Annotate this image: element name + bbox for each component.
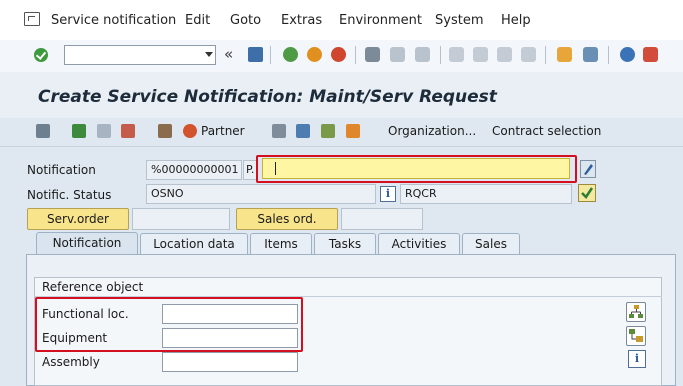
status-check-icon[interactable] [578, 184, 596, 202]
tab-notification[interactable]: Notification [36, 232, 138, 255]
text-cursor [275, 162, 276, 175]
functional-loc-input[interactable] [162, 304, 298, 324]
toolbar-separator [545, 46, 546, 64]
overview-icon[interactable] [36, 124, 50, 138]
contract-selection-button[interactable]: Contract selection [492, 124, 601, 138]
cancel-icon[interactable] [331, 47, 346, 62]
flag-red-icon[interactable] [121, 124, 135, 138]
status-label: Notific. Status [27, 188, 112, 202]
description-input[interactable] [262, 158, 570, 179]
enter-check-icon[interactable] [34, 48, 48, 62]
status-field: OSNO [146, 184, 376, 204]
tab-location-data[interactable]: Location data [140, 233, 248, 254]
notification-type-field: P. [243, 160, 257, 180]
document-icon[interactable] [272, 124, 286, 138]
serv-order-button[interactable]: Serv.order [27, 208, 129, 230]
menu-help[interactable]: Help [501, 13, 531, 28]
chevron-down-icon[interactable] [205, 52, 213, 57]
sales-ord-field [341, 208, 423, 230]
new-session-icon[interactable] [557, 47, 572, 62]
catalog-icon[interactable] [296, 124, 310, 138]
shortcut-icon[interactable] [583, 47, 598, 62]
command-field[interactable] [64, 45, 216, 65]
customize-layout-icon[interactable] [643, 47, 658, 62]
assembly-label: Assembly [42, 355, 100, 369]
assembly-input[interactable] [162, 352, 298, 372]
partner-icon[interactable] [183, 124, 197, 138]
flag-green-icon[interactable] [72, 124, 86, 138]
equipment-label: Equipment [42, 331, 108, 345]
toolbar-separator [440, 46, 441, 64]
menu-service-notification[interactable]: Service notification [51, 13, 176, 28]
nav-arrows-icon[interactable]: « [224, 45, 233, 63]
notification-number-field: %00000000001 [146, 160, 242, 180]
notification-label: Notification [27, 163, 96, 177]
toolbar-separator [608, 46, 609, 64]
tab-items[interactable]: Items [250, 233, 312, 254]
exit-icon[interactable] [307, 47, 322, 62]
last-page-icon[interactable] [521, 47, 536, 62]
find-icon[interactable] [390, 47, 405, 62]
structure-icon[interactable] [626, 302, 646, 322]
sales-ord-button[interactable]: Sales ord. [236, 208, 338, 230]
tab-tasks[interactable]: Tasks [314, 233, 376, 254]
attachment-icon[interactable] [321, 124, 335, 138]
menu-system[interactable]: System [435, 13, 483, 28]
menu-goto[interactable]: Goto [230, 13, 261, 28]
previous-page-icon[interactable] [473, 47, 488, 62]
group-divider [34, 296, 662, 297]
menu-environment[interactable]: Environment [339, 13, 422, 28]
partner-button[interactable]: Partner [201, 124, 245, 138]
assembly-info-icon[interactable]: i [628, 350, 646, 368]
back-icon[interactable] [283, 47, 298, 62]
first-page-icon[interactable] [449, 47, 464, 62]
status-info-icon[interactable]: i [380, 186, 396, 202]
refresh-icon[interactable] [97, 124, 111, 138]
find-next-icon[interactable] [415, 47, 430, 62]
equipment-input[interactable] [162, 328, 298, 348]
page-title: Create Service Notification: Maint/Serv … [38, 87, 497, 107]
functional-loc-label: Functional loc. [42, 307, 129, 321]
equipment-structure-icon[interactable] [626, 326, 646, 346]
long-text-icon[interactable] [580, 160, 596, 178]
menu-extras[interactable]: Extras [281, 13, 322, 28]
toolbar-separator [355, 46, 356, 64]
reference-object-title: Reference object [42, 280, 144, 294]
print-icon[interactable] [365, 47, 380, 62]
menu-edit[interactable]: Edit [185, 13, 210, 28]
organization-button[interactable]: Organization... [388, 124, 476, 138]
toolbar-separator [270, 46, 271, 64]
partner-group-icon[interactable] [158, 124, 172, 138]
save-icon[interactable] [248, 47, 263, 62]
help-icon[interactable] [620, 47, 635, 62]
transfer-icon[interactable] [346, 124, 360, 138]
next-page-icon[interactable] [497, 47, 512, 62]
menu-window-icon[interactable] [24, 12, 40, 26]
serv-order-field [132, 208, 230, 230]
status-code-field: RQCR [400, 184, 572, 204]
tab-sales[interactable]: Sales [462, 233, 520, 254]
tab-activities[interactable]: Activities [378, 233, 460, 254]
